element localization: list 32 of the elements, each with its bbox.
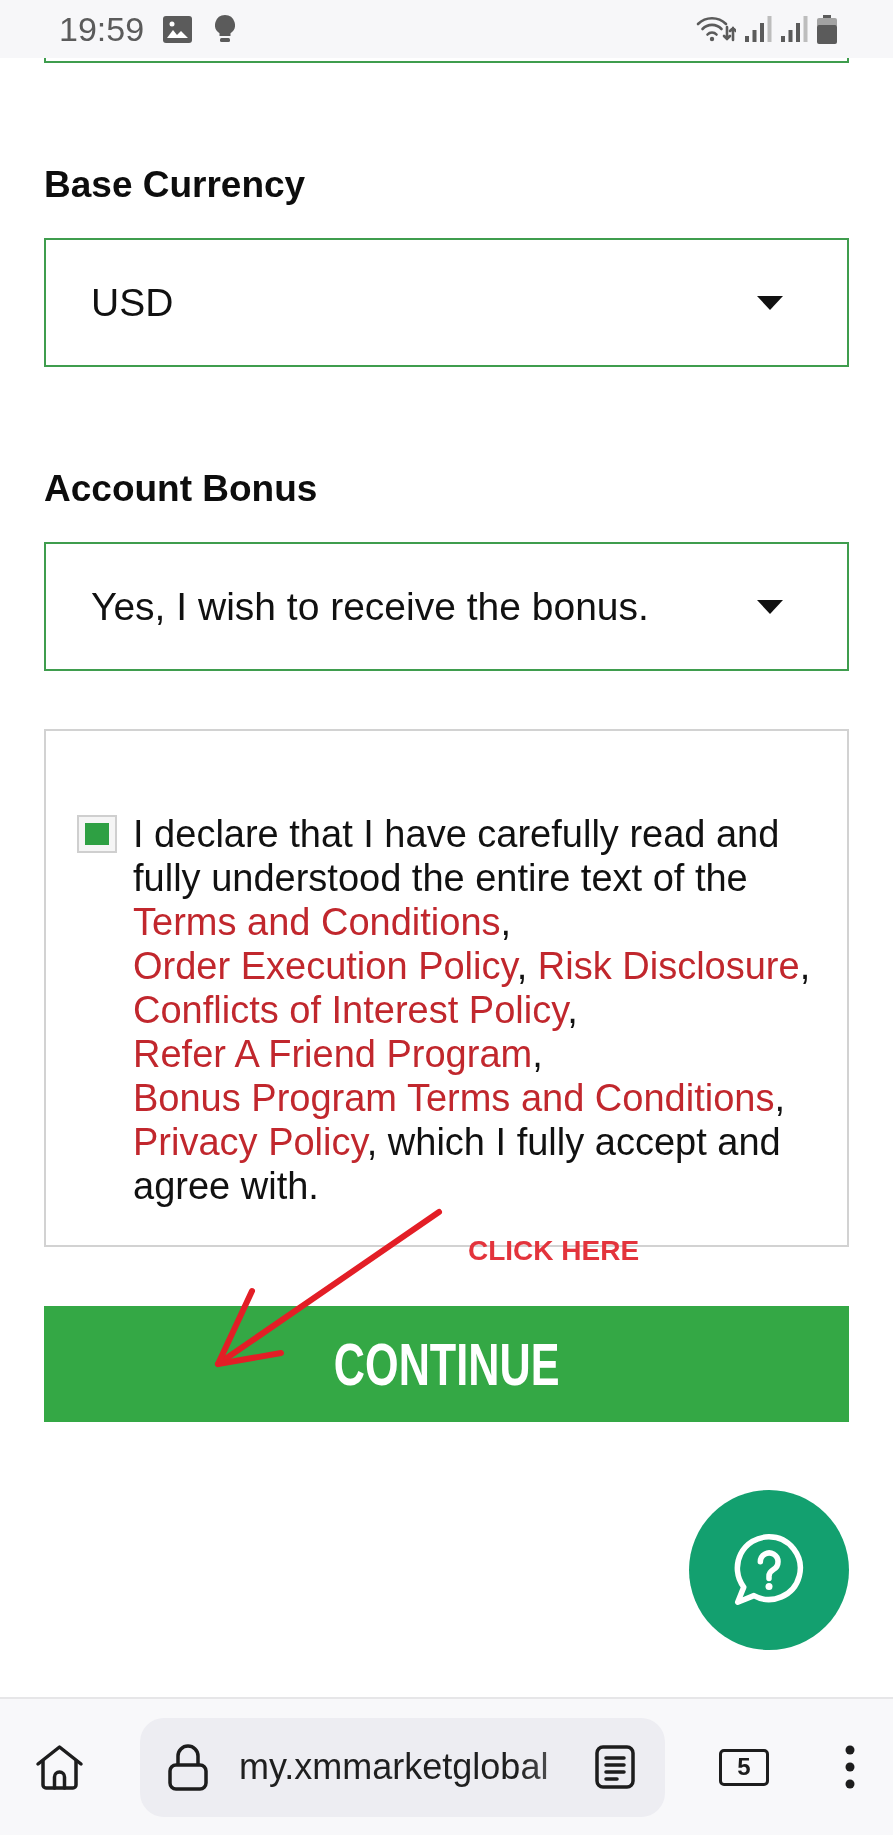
signal-icon [745,16,772,42]
text-link[interactable]: Risk Disclosure [537,945,800,987]
wifi-icon [696,16,736,42]
text-link[interactable]: Terms and Conditions [133,901,501,943]
menu-icon[interactable] [845,1745,855,1789]
caret-icon [757,295,783,310]
text-link[interactable]: Bonus Program Terms and Conditions [133,1077,775,1119]
select-field[interactable] [44,58,849,63]
address-bar[interactable]: my.xmmarketglobal [140,1717,665,1817]
image-icon [163,15,193,43]
battery-icon [817,14,837,44]
continue-button[interactable]: CONTINUE [44,1306,849,1422]
text-link[interactable]: Order Execution Policy [133,945,517,987]
document-icon[interactable] [595,1745,635,1789]
declaration-text: I declare that I have carefully read and fully understood the entire text of the Terms and Conditions, Order Execution Policy, Risk Disclosure, Conflicts of Interest Policy, Refer A Friend Program, Bonus Program Terms and Conditions, Privacy Policy, which I fully accept and agree with. [133,812,812,1208]
field-label: Base Currency [44,163,307,207]
text-link[interactable]: Conflicts of Interest Policy [133,989,568,1031]
annotation-label: CLICK HERE [468,1234,640,1268]
text-link[interactable]: Refer A Friend Program [133,1033,533,1075]
checkbox[interactable] [77,815,117,853]
field-label: Account Bonus [44,467,319,511]
tabs-button[interactable]: 5 [719,1748,769,1786]
caret-icon [757,599,783,614]
lock-icon [168,1743,208,1791]
select-field[interactable]: USD [44,238,849,367]
home-icon[interactable] [35,1744,84,1790]
text-link[interactable]: Privacy Policy [133,1121,367,1163]
help-icon [734,1533,804,1607]
lightbulb-icon [215,15,236,43]
select-field[interactable]: Yes, I wish to receive the bonus. [44,542,849,671]
signal-icon [781,16,808,42]
status-time: 19:59 [59,9,145,49]
